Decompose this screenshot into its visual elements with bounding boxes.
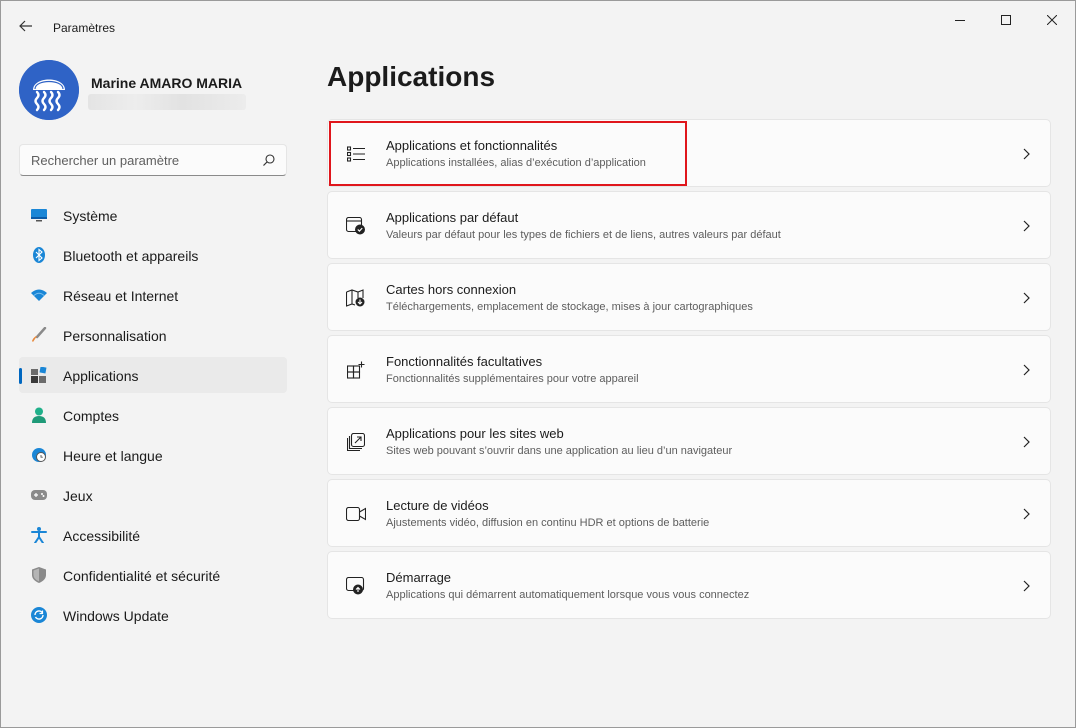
- card-title: Cartes hors connexion: [386, 282, 517, 297]
- shield-icon: [31, 567, 47, 583]
- chevron-right-icon: [1023, 292, 1030, 304]
- card-title: Applications par défaut: [386, 210, 519, 225]
- sidebar-item-label: Personnalisation: [63, 328, 167, 344]
- card-fonctionnalites-facultatives[interactable]: Fonctionnalités facultatives Fonctionnal…: [327, 335, 1051, 403]
- card-title: Démarrage: [386, 570, 452, 585]
- card-title: Applications pour les sites web: [386, 426, 564, 441]
- sidebar-item-label: Confidentialité et sécurité: [63, 568, 221, 584]
- sidebar-item-applications[interactable]: Applications: [19, 357, 287, 393]
- list-icon: [346, 144, 366, 164]
- maximize-icon: [1001, 15, 1011, 25]
- card-title: Applications et fonctionnalités: [386, 138, 558, 153]
- card-cartes-hors-connexion[interactable]: Cartes hors connexion Téléchargements, e…: [327, 263, 1051, 331]
- user-email-redacted: [88, 94, 246, 110]
- chevron-right-icon: [1023, 508, 1030, 520]
- chevron-right-icon: [1023, 364, 1030, 376]
- search-icon[interactable]: [262, 153, 276, 167]
- title-bar: Paramètres: [1, 1, 1075, 41]
- sidebar-item-heure[interactable]: Heure et langue: [19, 437, 287, 473]
- chevron-right-icon: [1023, 148, 1030, 160]
- sidebar-item-label: Jeux: [63, 488, 93, 504]
- settings-card-list: Applications et fonctionnalités Applicat…: [327, 119, 1051, 623]
- clock-globe-icon: [31, 447, 47, 463]
- sidebar-item-label: Système: [63, 208, 118, 224]
- startup-icon: [346, 576, 366, 596]
- card-description: Fonctionnalités supplémentaires pour vot…: [386, 373, 639, 385]
- search-box[interactable]: Rechercher un paramètre: [19, 144, 287, 176]
- app-title: Paramètres: [53, 21, 116, 35]
- sidebar-item-label: Réseau et Internet: [63, 288, 179, 304]
- sidebar-item-label: Windows Update: [63, 608, 169, 624]
- card-applications-par-defaut[interactable]: Applications par défaut Valeurs par défa…: [327, 191, 1051, 259]
- sidebar-item-label: Accessibilité: [63, 528, 141, 544]
- map-download-icon: [346, 288, 366, 308]
- update-icon: [31, 607, 47, 623]
- card-description: Valeurs par défaut pour les types de fic…: [386, 229, 781, 241]
- back-button[interactable]: [13, 13, 39, 39]
- wifi-icon: [31, 287, 47, 303]
- apps-icon: [31, 367, 47, 383]
- sidebar-nav: Système Bluetooth et appareils Réseau et…: [19, 197, 287, 637]
- sidebar-item-windows-update[interactable]: Windows Update: [19, 597, 287, 633]
- sidebar-item-comptes[interactable]: Comptes: [19, 397, 287, 433]
- card-description: Ajustements vidéo, diffusion en continu …: [386, 517, 710, 529]
- card-title: Lecture de vidéos: [386, 498, 489, 513]
- card-applications-fonctionnalites[interactable]: Applications et fonctionnalités Applicat…: [327, 119, 1051, 187]
- add-feature-icon: [346, 360, 366, 380]
- card-lecture-videos[interactable]: Lecture de vidéos Ajustements vidéo, dif…: [327, 479, 1051, 547]
- settings-window: Paramètres Marine AMARO MARIA Rechercher…: [0, 0, 1076, 728]
- bluetooth-icon: [31, 247, 47, 263]
- video-icon: [346, 504, 366, 524]
- card-description: Applications qui démarrent automatiqueme…: [386, 589, 750, 601]
- sidebar-item-systeme[interactable]: Système: [19, 197, 287, 233]
- brush-icon: [31, 327, 47, 343]
- card-description: Sites web pouvant s’ouvrir dans une appl…: [386, 445, 733, 457]
- web-apps-icon: [346, 432, 366, 452]
- card-title: Fonctionnalités facultatives: [386, 354, 543, 369]
- search-input[interactable]: Rechercher un paramètre: [31, 153, 179, 168]
- back-arrow-icon: [19, 20, 32, 32]
- monitor-icon: [31, 207, 47, 223]
- card-description: Applications installées, alias d’exécuti…: [386, 157, 646, 169]
- selection-indicator: [19, 368, 22, 384]
- person-icon: [31, 407, 47, 423]
- sidebar-item-reseau[interactable]: Réseau et Internet: [19, 277, 287, 313]
- minimize-button[interactable]: [937, 5, 983, 35]
- sidebar-item-label: Comptes: [63, 408, 120, 424]
- gamepad-icon: [31, 487, 47, 503]
- close-icon: [1047, 15, 1057, 25]
- sidebar-item-jeux[interactable]: Jeux: [19, 477, 287, 513]
- sidebar-item-label: Bluetooth et appareils: [63, 248, 199, 264]
- sidebar-item-label: Applications: [63, 368, 139, 384]
- jellyfish-avatar-icon: [19, 60, 79, 120]
- sidebar-item-accessibilite[interactable]: Accessibilité: [19, 517, 287, 553]
- chevron-right-icon: [1023, 220, 1030, 232]
- card-applications-sites-web[interactable]: Applications pour les sites web Sites we…: [327, 407, 1051, 475]
- avatar[interactable]: [19, 60, 79, 120]
- page-title: Applications: [327, 61, 496, 92]
- close-button[interactable]: [1029, 5, 1075, 35]
- default-apps-icon: [346, 216, 366, 236]
- sidebar-item-personnalisation[interactable]: Personnalisation: [19, 317, 287, 353]
- sidebar-item-bluetooth[interactable]: Bluetooth et appareils: [19, 237, 287, 273]
- card-demarrage[interactable]: Démarrage Applications qui démarrent aut…: [327, 551, 1051, 619]
- chevron-right-icon: [1023, 580, 1030, 592]
- minimize-icon: [955, 20, 965, 21]
- chevron-right-icon: [1023, 436, 1030, 448]
- user-name: Marine AMARO MARIA: [91, 75, 243, 91]
- card-description: Téléchargements, emplacement de stockage…: [386, 301, 753, 313]
- maximize-button[interactable]: [983, 5, 1029, 35]
- sidebar-item-confidentialite[interactable]: Confidentialité et sécurité: [19, 557, 287, 593]
- sidebar-item-label: Heure et langue: [63, 448, 163, 464]
- accessibility-icon: [31, 527, 47, 543]
